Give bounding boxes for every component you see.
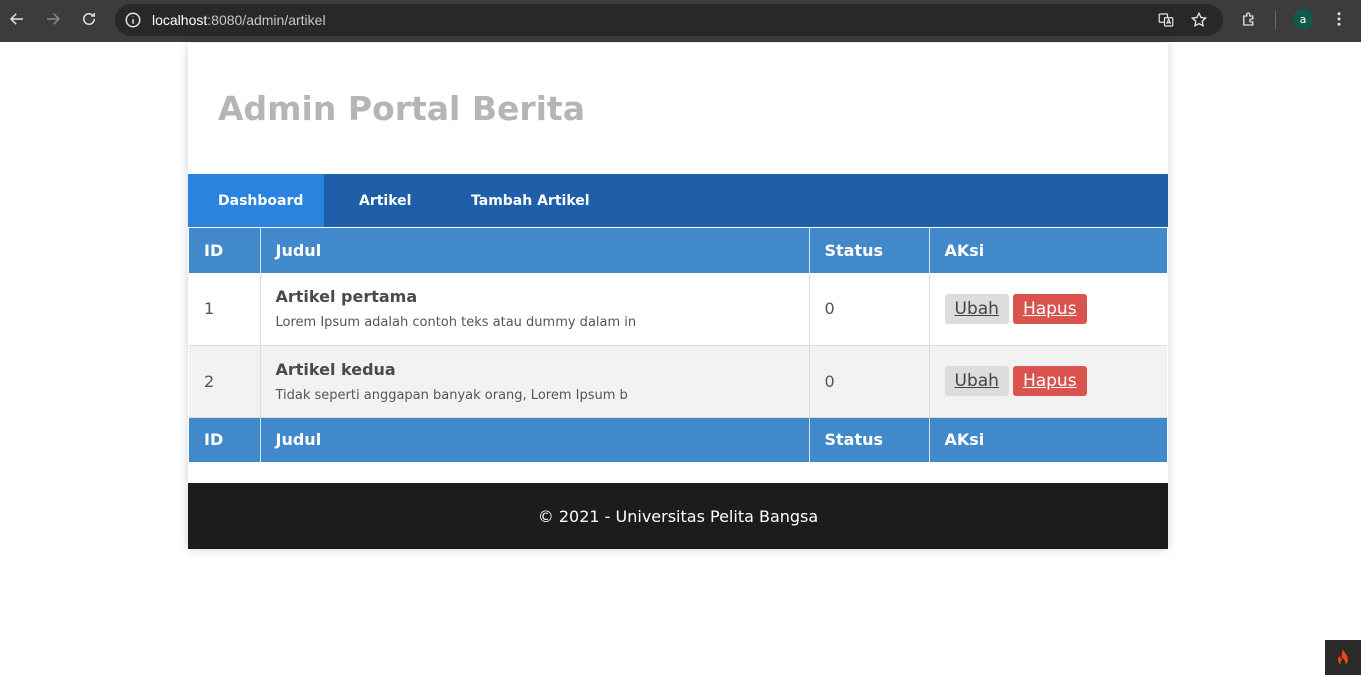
header-aksi: AKsi [929,228,1167,273]
url-host: localhost [152,12,208,28]
article-title: Artikel kedua [275,359,396,379]
edit-button[interactable]: Ubah [944,293,1009,324]
reload-icon[interactable] [77,7,101,31]
edit-button[interactable]: Ubah [944,366,1009,396]
page-title: Admin Portal Berita [218,89,585,128]
footer-header-status: Status [809,417,930,462]
table-row: 2 Artikel kedua Tidak seperti anggapan b… [189,345,1167,418]
footer-header-aksi: AKsi [929,417,1167,462]
address-bar[interactable]: localhost:8080/admin/artikel [115,4,1223,36]
debug-toolbar-toggle[interactable] [1325,640,1361,675]
codeigniter-flame-icon [1338,648,1348,665]
delete-button[interactable]: Hapus [1012,366,1087,396]
row-actions: Ubah Hapus [929,345,1167,418]
main-nav: Dashboard Artikel Tambah Artikel [188,174,1168,227]
footer-header-judul: Judul [260,417,810,462]
article-excerpt: Lorem Ipsum adalah contoh teks atau dumm… [275,315,637,331]
browser-toolbar: localhost:8080/admin/artikel a [0,0,1361,42]
table-row: 1 Artikel pertama Lorem Ipsum adalah con… [189,273,1167,346]
url-path: :8080/admin/artikel [207,12,326,28]
translate-icon[interactable] [1157,11,1175,29]
menu-dots-icon[interactable] [1327,7,1351,31]
header-id: ID [189,228,261,273]
nav-link-dashboard[interactable]: Dashboard [188,174,324,227]
article-table-wrap: ID Judul Status AKsi 1 Artikel pertama L… [188,228,1168,462]
row-status: 0 [809,345,930,418]
back-arrow-icon[interactable] [5,7,29,31]
nav-link-artikel[interactable]: Artikel [324,174,471,227]
profile-avatar[interactable]: a [1293,9,1313,29]
toolbar-divider [1275,11,1276,29]
header-status: Status [809,228,930,273]
table-footer-row: ID Judul Status AKsi [189,417,1167,462]
article-excerpt: Tidak seperti anggapan banyak orang, Lor… [275,387,628,403]
article-title: Artikel pertama [275,287,418,307]
site-info-icon[interactable] [124,11,142,29]
row-id: 2 [189,345,261,418]
article-table: ID Judul Status AKsi 1 Artikel pertama L… [189,228,1167,462]
url-text[interactable]: localhost:8080/admin/artikel [152,12,326,28]
row-judul: Artikel pertama Lorem Ipsum adalah conto… [260,273,810,346]
row-id: 1 [189,273,261,346]
page-footer: © 2021 - Universitas Pelita Bangsa [188,483,1168,549]
table-header-row: ID Judul Status AKsi [189,228,1167,273]
row-actions: Ubah Hapus [929,273,1167,346]
row-judul: Artikel kedua Tidak seperti anggapan ban… [260,345,810,418]
delete-button[interactable]: Hapus [1012,293,1087,324]
footer-header-id: ID [189,417,261,462]
footer-text: © 2021 - Universitas Pelita Bangsa [537,506,819,526]
header-judul: Judul [260,228,810,273]
extensions-icon[interactable] [1237,7,1261,31]
bookmark-star-icon[interactable] [1190,11,1208,29]
nav-link-tambah-artikel[interactable]: Tambah Artikel [471,174,590,227]
page-header: Admin Portal Berita [188,43,1168,174]
forward-arrow-icon[interactable] [41,7,65,31]
row-status: 0 [809,273,930,346]
page-container: Admin Portal Berita Dashboard Artikel Ta… [188,43,1168,549]
